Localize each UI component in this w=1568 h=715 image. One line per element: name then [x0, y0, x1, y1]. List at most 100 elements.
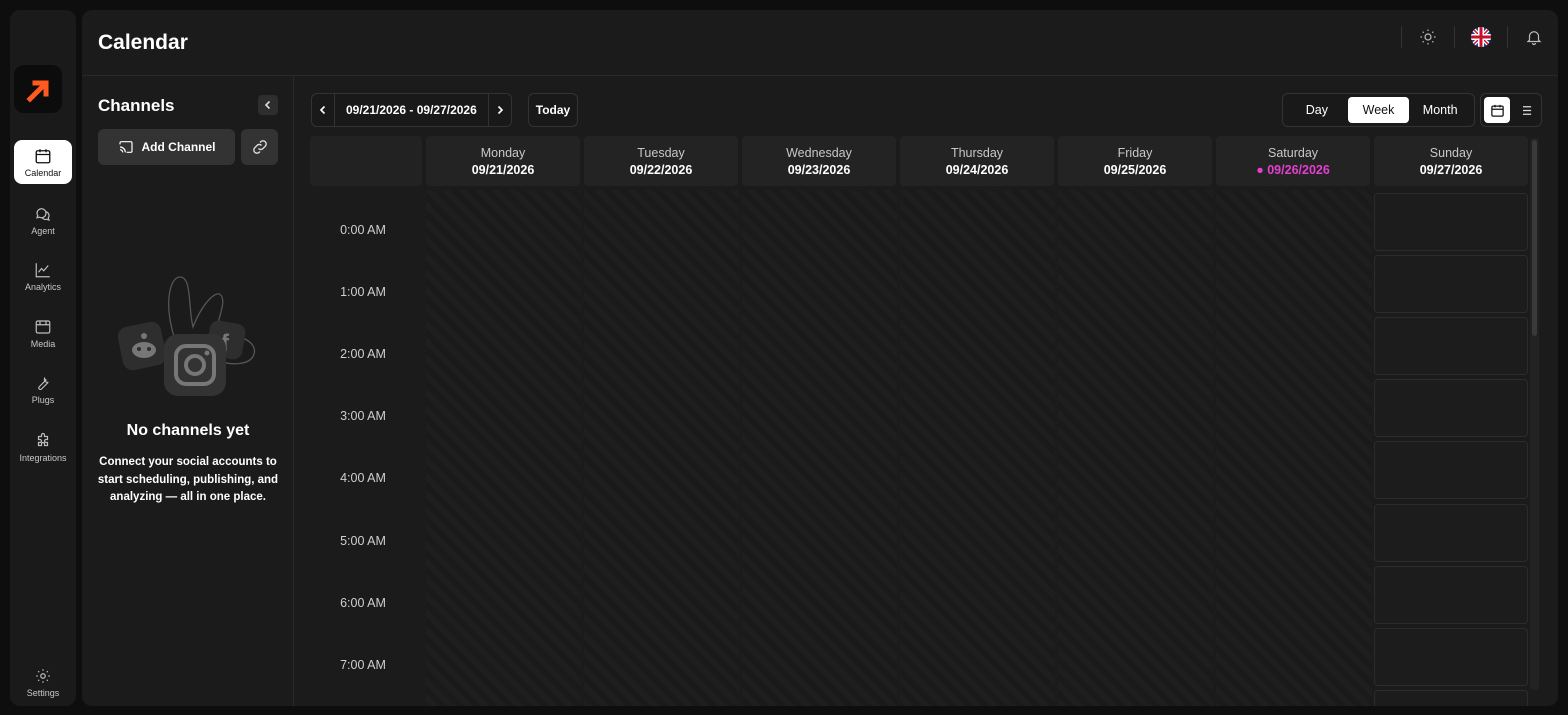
day-name: Thursday	[950, 146, 1004, 160]
day-date: 09/21/2026	[471, 163, 535, 177]
time-slot[interactable]	[1374, 504, 1528, 562]
chat-bubbles-icon	[36, 207, 50, 221]
day-name: Wednesday	[786, 146, 852, 160]
view-month-button[interactable]: Month	[1409, 97, 1471, 123]
sidebar-item-label: Settings	[26, 687, 60, 698]
add-channel-button[interactable]: Add Channel	[98, 129, 235, 165]
day-name: Saturday	[1267, 146, 1319, 160]
reddit-icon	[118, 321, 167, 371]
sidebar-item-media[interactable]: Media	[14, 311, 72, 355]
day-date: 09/23/2026	[787, 163, 851, 177]
social-illustration: f	[118, 276, 256, 396]
sidebar-item-settings[interactable]: Settings	[14, 660, 72, 704]
day-date: 09/22/2026	[629, 163, 693, 177]
divider	[581, 190, 584, 706]
day-header-saturday: Saturday ● 09/26/2026	[1216, 136, 1370, 186]
time-slot[interactable]	[1374, 628, 1528, 686]
sidebar-item-label: Analytics	[24, 281, 61, 292]
uk-flag-icon	[1471, 27, 1491, 47]
add-channel-label: Add Channel	[141, 140, 216, 154]
date-navigator: 09/21/2026 - 09/27/2026	[311, 93, 512, 127]
cast-icon	[118, 141, 133, 153]
sidebar-item-label: Calendar	[24, 167, 62, 178]
wrench-icon	[38, 376, 49, 390]
divider	[1401, 26, 1402, 48]
day-name: Monday	[480, 146, 526, 160]
link-icon	[252, 140, 267, 154]
page-title: Calendar	[98, 31, 188, 54]
day-date: 09/27/2026	[1419, 163, 1483, 177]
view-switcher: Day Week Month	[1282, 93, 1475, 127]
day-header-monday: Monday 09/21/2026	[426, 136, 580, 186]
sun-icon	[1420, 29, 1436, 45]
hour-label: 1:00 AM	[340, 285, 386, 299]
calendar-icon	[1490, 104, 1504, 117]
empty-state-description: Connect your social accounts to start sc…	[97, 456, 279, 503]
date-range-label: 09/21/2026 - 09/27/2026	[334, 94, 489, 126]
time-slot[interactable]	[1374, 379, 1528, 437]
time-slot[interactable]	[1374, 255, 1528, 313]
hour-label: 2:00 AM	[340, 347, 386, 361]
sidebar-item-agent[interactable]: Agent	[14, 198, 72, 242]
day-date-today: ● 09/26/2026	[1256, 163, 1330, 177]
calendar-layout-button[interactable]	[1484, 97, 1510, 123]
next-week-button[interactable]	[489, 94, 511, 126]
time-slot[interactable]	[1374, 441, 1528, 499]
chevron-right-icon	[497, 105, 503, 115]
sidebar-item-plugs[interactable]: Plugs	[14, 367, 72, 411]
time-slot[interactable]	[1374, 193, 1528, 251]
divider	[739, 190, 742, 706]
day-header-tuesday: Tuesday 09/22/2026	[584, 136, 738, 186]
app-logo[interactable]	[14, 65, 62, 113]
layout-switcher	[1480, 93, 1542, 127]
list-icon	[1519, 105, 1531, 115]
link-button[interactable]	[241, 129, 278, 165]
puzzle-icon	[37, 432, 49, 446]
scrollbar-thumb[interactable]	[1532, 140, 1537, 336]
sidebar-item-label: Plugs	[31, 394, 55, 405]
day-header-thursday: Thursday 09/24/2026	[900, 136, 1054, 186]
time-slot[interactable]	[1374, 690, 1528, 706]
day-header-friday: Friday 09/25/2026	[1058, 136, 1212, 186]
view-week-button[interactable]: Week	[1347, 97, 1410, 123]
top-bar: Calendar	[82, 10, 1558, 76]
bell-icon	[1526, 31, 1542, 46]
calendar-icon	[35, 148, 51, 163]
day-date: 09/24/2026	[945, 163, 1009, 177]
scrollbar[interactable]	[1530, 138, 1539, 690]
theme-toggle-button[interactable]	[1418, 27, 1438, 47]
day-header-wednesday: Wednesday 09/23/2026	[742, 136, 896, 186]
previous-week-button[interactable]	[312, 94, 334, 126]
sidebar-item-integrations[interactable]: Integrations	[14, 425, 72, 469]
divider	[1055, 190, 1058, 706]
day-name: Sunday	[1429, 146, 1473, 160]
sidebar-item-calendar[interactable]: Calendar	[14, 140, 72, 184]
list-layout-button[interactable]	[1512, 97, 1538, 123]
app-root: Calendar Agent Analytics Media Plugs Int…	[0, 0, 1568, 715]
channels-panel: Channels Add Channel No channels yet Con…	[82, 76, 294, 706]
main-panel: Calendar Channels Add Channel No channel…	[82, 10, 1558, 706]
hour-label: 4:00 AM	[340, 471, 386, 485]
sidebar-item-analytics[interactable]: Analytics	[14, 254, 72, 298]
hour-label: 6:00 AM	[340, 596, 386, 610]
logo-arrow-icon	[26, 80, 49, 103]
language-selector[interactable]	[1471, 27, 1491, 47]
sidebar-item-label: Agent	[31, 225, 55, 236]
empty-state-title: No channels yet	[126, 422, 250, 439]
top-actions	[1385, 26, 1544, 48]
time-slot[interactable]	[1374, 566, 1528, 624]
hour-label: 0:00 AM	[340, 223, 386, 237]
view-day-button[interactable]: Day	[1286, 97, 1348, 123]
week-grid: Monday 09/21/2026 Tuesday 09/22/2026 Wed…	[310, 136, 1530, 706]
time-slot[interactable]	[1374, 317, 1528, 375]
day-name: Friday	[1117, 146, 1153, 160]
today-button[interactable]: Today	[528, 93, 578, 127]
grid-corner	[310, 136, 422, 186]
collapse-panel-button[interactable]	[258, 95, 278, 115]
notifications-button[interactable]	[1524, 27, 1544, 47]
divider	[1213, 190, 1216, 706]
day-header-sunday: Sunday 09/27/2026	[1374, 136, 1528, 186]
hour-label: 5:00 AM	[340, 534, 386, 548]
media-icon	[35, 319, 51, 334]
hour-label: 3:00 AM	[340, 409, 386, 423]
